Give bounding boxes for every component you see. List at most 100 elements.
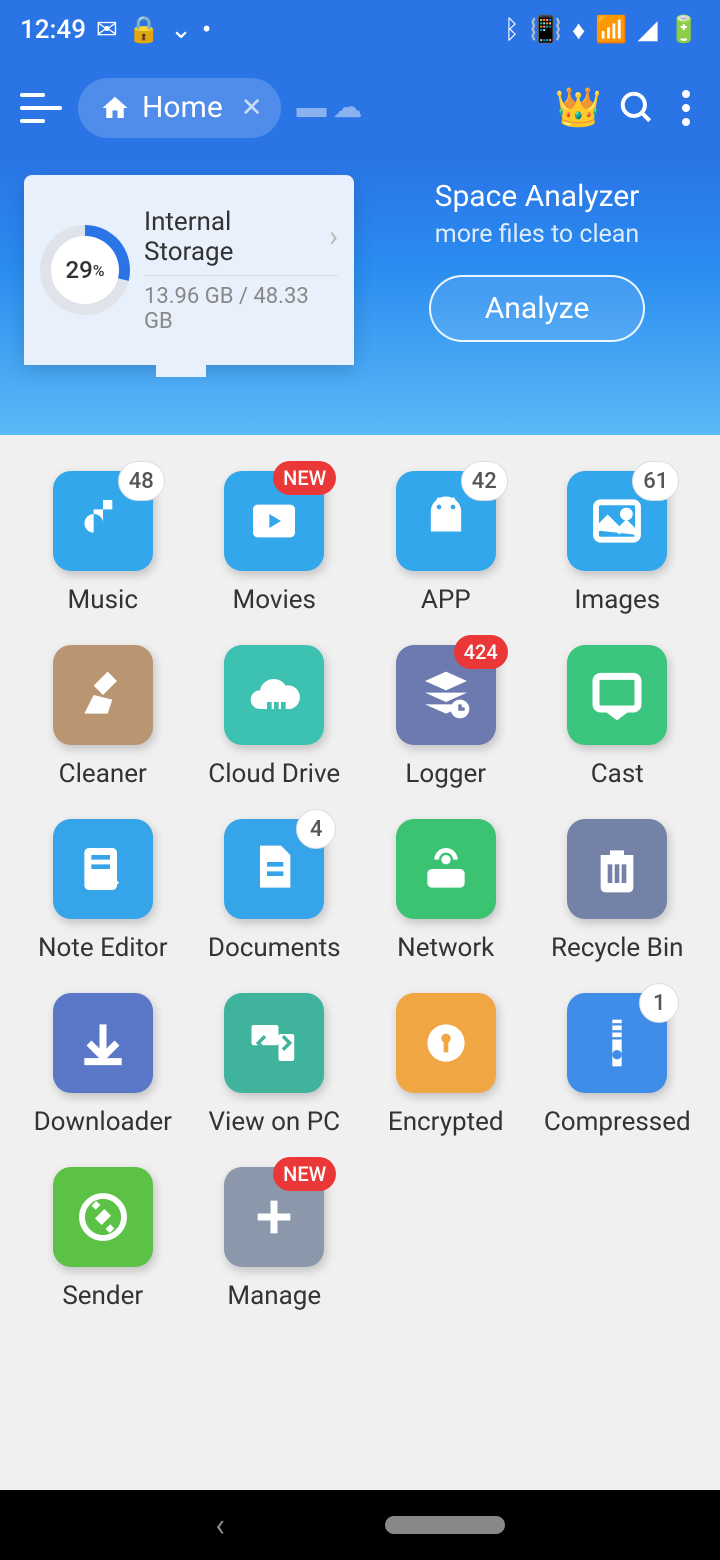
category-label: Cast — [591, 759, 644, 789]
hero-section: 29% Internal Storage 13.96 GB / 48.33 GB… — [0, 155, 720, 435]
category-cast[interactable]: Cast — [537, 645, 699, 789]
category-network[interactable]: Network — [365, 819, 527, 963]
analyzer-title: Space Analyzer — [378, 179, 696, 214]
signal-icon: ◢ — [638, 15, 658, 45]
category-label: Cleaner — [59, 759, 147, 789]
home-icon — [100, 93, 130, 123]
category-label: Recycle Bin — [551, 933, 684, 963]
category-label: Logger — [405, 759, 486, 789]
premium-icon[interactable]: 👑 — [555, 86, 602, 130]
bluetooth-icon: ᛒ — [504, 15, 520, 45]
tab-home[interactable]: Home ✕ — [78, 78, 281, 138]
mail-icon: ✉ — [96, 15, 118, 45]
sender-icon — [53, 1167, 153, 1267]
status-right: ᛒ 📳 ♦ 📶 ◢ 🔋 — [504, 15, 700, 46]
dot-icon: • — [202, 15, 211, 45]
category-movies[interactable]: NEW Movies — [194, 471, 356, 615]
nav-home-pill[interactable] — [385, 1516, 505, 1534]
status-time: 12:49 — [20, 15, 86, 45]
category-manage[interactable]: NEW Manage — [194, 1167, 356, 1311]
category-images[interactable]: 61 Images — [537, 471, 699, 615]
cast-icon — [567, 645, 667, 745]
data-icon: ♦ — [572, 15, 585, 46]
category-grid: 48 Music NEW Movies 42 APP 61 Images — [0, 435, 720, 1347]
status-left: 12:49 ✉ 🔒 ⌄ • — [20, 15, 211, 45]
category-sender[interactable]: Sender — [22, 1167, 184, 1311]
cloud-icon — [224, 645, 324, 745]
storage-size: 13.96 GB / 48.33 GB — [144, 275, 338, 334]
category-label: Images — [574, 585, 660, 615]
badge: 4 — [296, 809, 336, 849]
category-note-editor[interactable]: Note Editor — [22, 819, 184, 963]
badge: 48 — [118, 461, 165, 501]
category-label: View on PC — [208, 1107, 340, 1137]
broom-icon — [53, 645, 153, 745]
status-bar: 12:49 ✉ 🔒 ⌄ • ᛒ 📳 ♦ 📶 ◢ 🔋 — [0, 0, 720, 60]
image-icon: 61 — [567, 471, 667, 571]
storage-title: Internal Storage — [144, 207, 338, 267]
sd-icon: ▬ — [297, 90, 327, 125]
app-header: Home ✕ ▬ ☁ 👑 — [0, 60, 720, 155]
category-app[interactable]: 42 APP — [365, 471, 527, 615]
analyzer-subtitle: more files to clean — [378, 220, 696, 249]
category-documents[interactable]: 4 Documents — [194, 819, 356, 963]
note-icon — [53, 819, 153, 919]
music-icon: 48 — [53, 471, 153, 571]
storage-ring: 29% — [40, 225, 130, 315]
category-recycle-bin[interactable]: Recycle Bin — [537, 819, 699, 963]
battery-icon: 🔋 — [668, 15, 700, 45]
category-label: Encrypted — [388, 1107, 504, 1137]
search-button[interactable] — [618, 89, 656, 127]
trash-icon — [567, 819, 667, 919]
category-label: Network — [397, 933, 494, 963]
wifi-icon: 📶 — [595, 15, 627, 45]
lock-icon — [396, 993, 496, 1093]
badge: NEW — [273, 461, 336, 495]
category-logger[interactable]: 424 Logger — [365, 645, 527, 789]
category-label: Manage — [227, 1281, 321, 1311]
category-label: Music — [68, 585, 138, 615]
pocket-icon: ⌄ — [170, 15, 192, 45]
download-icon — [53, 993, 153, 1093]
category-music[interactable]: 48 Music — [22, 471, 184, 615]
category-label: Movies — [233, 585, 316, 615]
router-icon — [396, 819, 496, 919]
category-encrypted[interactable]: Encrypted — [365, 993, 527, 1137]
android-navbar: ‹ — [0, 1490, 720, 1560]
overflow-menu-button[interactable] — [672, 90, 700, 126]
category-label: Compressed — [544, 1107, 691, 1137]
storage-percent: 29% — [51, 236, 119, 304]
badge: 1 — [639, 983, 679, 1023]
category-label: APP — [421, 585, 471, 615]
badge: 424 — [454, 635, 508, 669]
plus-icon: NEW — [224, 1167, 324, 1267]
category-cleaner[interactable]: Cleaner — [22, 645, 184, 789]
analyze-button[interactable]: Analyze — [429, 275, 646, 342]
android-icon: 42 — [396, 471, 496, 571]
category-label: Sender — [62, 1281, 143, 1311]
vibrate-icon: 📳 — [530, 15, 562, 45]
analyzer-panel: Space Analyzer more files to clean Analy… — [378, 175, 696, 342]
lock-icon: 🔒 — [128, 15, 160, 45]
close-tab-icon[interactable]: ✕ — [241, 93, 263, 123]
category-label: Note Editor — [38, 933, 168, 963]
zip-icon: 1 — [567, 993, 667, 1093]
badge: 42 — [461, 461, 508, 501]
badge: NEW — [273, 1157, 336, 1191]
category-cloud-drive[interactable]: Cloud Drive — [194, 645, 356, 789]
pc-icon — [224, 993, 324, 1093]
category-label: Cloud Drive — [208, 759, 340, 789]
doc-icon: 4 — [224, 819, 324, 919]
category-compressed[interactable]: 1 Compressed — [537, 993, 699, 1137]
category-label: Downloader — [34, 1107, 172, 1137]
menu-button[interactable] — [20, 93, 62, 123]
cloud-icon: ☁ — [333, 90, 363, 125]
disabled-tabs: ▬ ☁ — [297, 90, 363, 125]
movie-icon: NEW — [224, 471, 324, 571]
storage-card[interactable]: 29% Internal Storage 13.96 GB / 48.33 GB — [24, 175, 354, 365]
stack-icon: 424 — [396, 645, 496, 745]
category-downloader[interactable]: Downloader — [22, 993, 184, 1137]
badge: 61 — [632, 461, 679, 501]
nav-back-button[interactable]: ‹ — [215, 1506, 225, 1544]
category-view-on-pc[interactable]: View on PC — [194, 993, 356, 1137]
